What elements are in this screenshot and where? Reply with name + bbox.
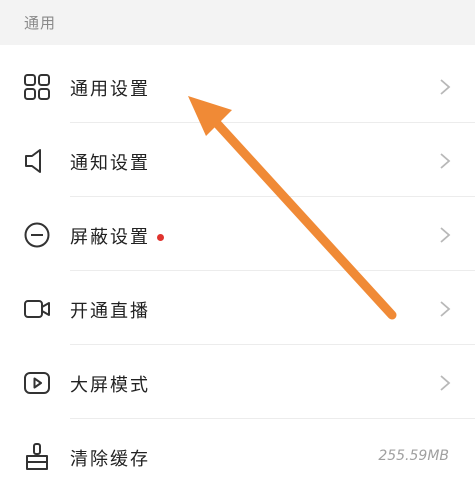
chevron-right-icon: [440, 375, 451, 391]
brush-icon: [26, 443, 48, 470]
settings-item-label: 通知设置: [70, 153, 150, 174]
settings-item-clear-cache[interactable]: 清除缓存 255.59MB: [0, 419, 475, 493]
video-camera-icon: [24, 300, 50, 318]
section-header-general: 通用: [24, 14, 57, 32]
grid-icon: [24, 74, 50, 100]
settings-item-label: 开通直播: [70, 301, 150, 322]
settings-item-label: 大屏模式: [70, 375, 150, 396]
settings-item-big-screen[interactable]: 大屏模式: [0, 345, 475, 419]
notification-dot: [157, 234, 164, 241]
chevron-right-icon: [440, 227, 451, 243]
settings-item-label: 清除缓存: [70, 449, 150, 470]
settings-item-block[interactable]: 屏蔽设置: [0, 197, 475, 271]
cache-size-value: 255.59MB: [378, 448, 449, 464]
settings-item-label: 通用设置: [70, 79, 150, 100]
chevron-right-icon: [440, 153, 451, 169]
play-screen-icon: [24, 372, 50, 394]
settings-list: 通用设置 通知设置 屏蔽设置 开通直播 大屏模式 清除缓存 255.59MB: [0, 45, 475, 499]
settings-item-notification[interactable]: 通知设置: [0, 123, 475, 197]
minus-circle-icon: [24, 222, 50, 248]
settings-item-general[interactable]: 通用设置: [0, 49, 475, 123]
chevron-right-icon: [440, 301, 451, 317]
settings-item-live[interactable]: 开通直播: [0, 271, 475, 345]
settings-item-label: 屏蔽设置: [70, 227, 150, 248]
speaker-icon: [25, 149, 41, 173]
chevron-right-icon: [440, 79, 451, 95]
